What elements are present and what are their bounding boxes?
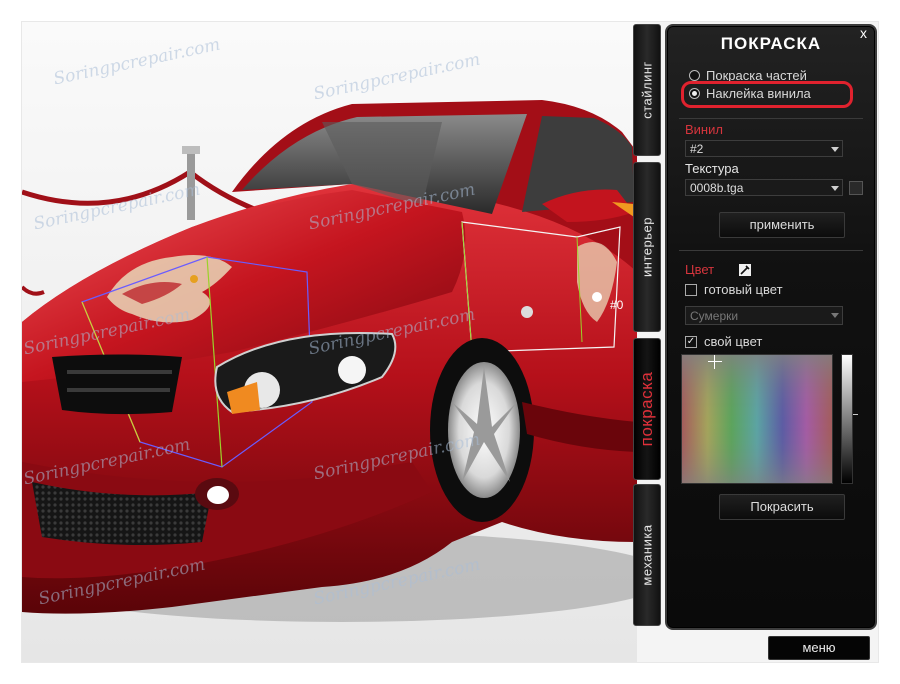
apply-button[interactable]: применить <box>719 212 845 238</box>
close-icon[interactable]: x <box>860 25 867 41</box>
texture-select[interactable]: 0008b.tga <box>685 179 843 196</box>
vinyl-select-value: #2 <box>690 142 704 156</box>
crosshair-icon <box>708 355 722 369</box>
tab-mechanics[interactable]: механика <box>633 484 661 626</box>
dropdown-arrow-icon <box>831 147 839 152</box>
divider <box>679 250 863 251</box>
tab-styling-label: стайлинг <box>639 61 655 119</box>
ready-color-label: готовый цвет <box>704 282 783 297</box>
menu-button[interactable]: меню <box>768 636 870 660</box>
preset-select[interactable]: Сумерки <box>685 306 843 325</box>
paint-button[interactable]: Покрасить <box>719 494 845 520</box>
brightness-marker <box>853 414 858 415</box>
car-render: #0 <box>22 22 637 662</box>
tab-interior[interactable]: интерьер <box>633 162 661 332</box>
gizmo-label: #0 <box>610 298 624 312</box>
texture-label: Текстура <box>685 161 739 176</box>
vinyl-select[interactable]: #2 <box>685 140 843 157</box>
dropdown-arrow-icon <box>831 313 839 318</box>
tab-mechanics-label: механика <box>639 524 655 586</box>
divider <box>679 118 863 119</box>
own-color-checkbox[interactable]: ✓ свой цвет <box>685 334 762 349</box>
checkmark-icon: ✓ <box>685 335 697 348</box>
car-viewport[interactable]: #0 Soringpcrepair.com Soringpcrepair.com… <box>22 22 637 662</box>
paint-panel: ПОКРАСКА x Покраска частей Наклейка вини… <box>665 24 877 630</box>
highlight-frame <box>681 81 853 108</box>
dropdown-arrow-icon <box>831 186 839 191</box>
tab-interior-label: интерьер <box>639 217 655 277</box>
color-palette[interactable] <box>681 354 833 484</box>
texture-select-value: 0008b.tga <box>690 181 744 195</box>
more-icon[interactable] <box>849 181 863 195</box>
preset-select-value: Сумерки <box>690 309 739 323</box>
tab-paint-label: покраска <box>637 371 656 447</box>
ready-color-checkbox[interactable]: готовый цвет <box>685 282 783 297</box>
color-label: Цвет <box>685 262 715 277</box>
checkbox-icon <box>685 283 697 296</box>
brightness-slider[interactable] <box>841 354 853 484</box>
own-color-label: свой цвет <box>704 334 763 349</box>
eyedropper-icon[interactable] <box>739 264 751 276</box>
panel-title: ПОКРАСКА <box>720 34 822 53</box>
game-window: #0 Soringpcrepair.com Soringpcrepair.com… <box>22 22 878 662</box>
tab-paint[interactable]: покраска <box>633 338 661 480</box>
radio-icon <box>689 70 700 81</box>
tab-styling[interactable]: стайлинг <box>633 24 661 156</box>
vinyl-label: Винил <box>685 122 723 137</box>
